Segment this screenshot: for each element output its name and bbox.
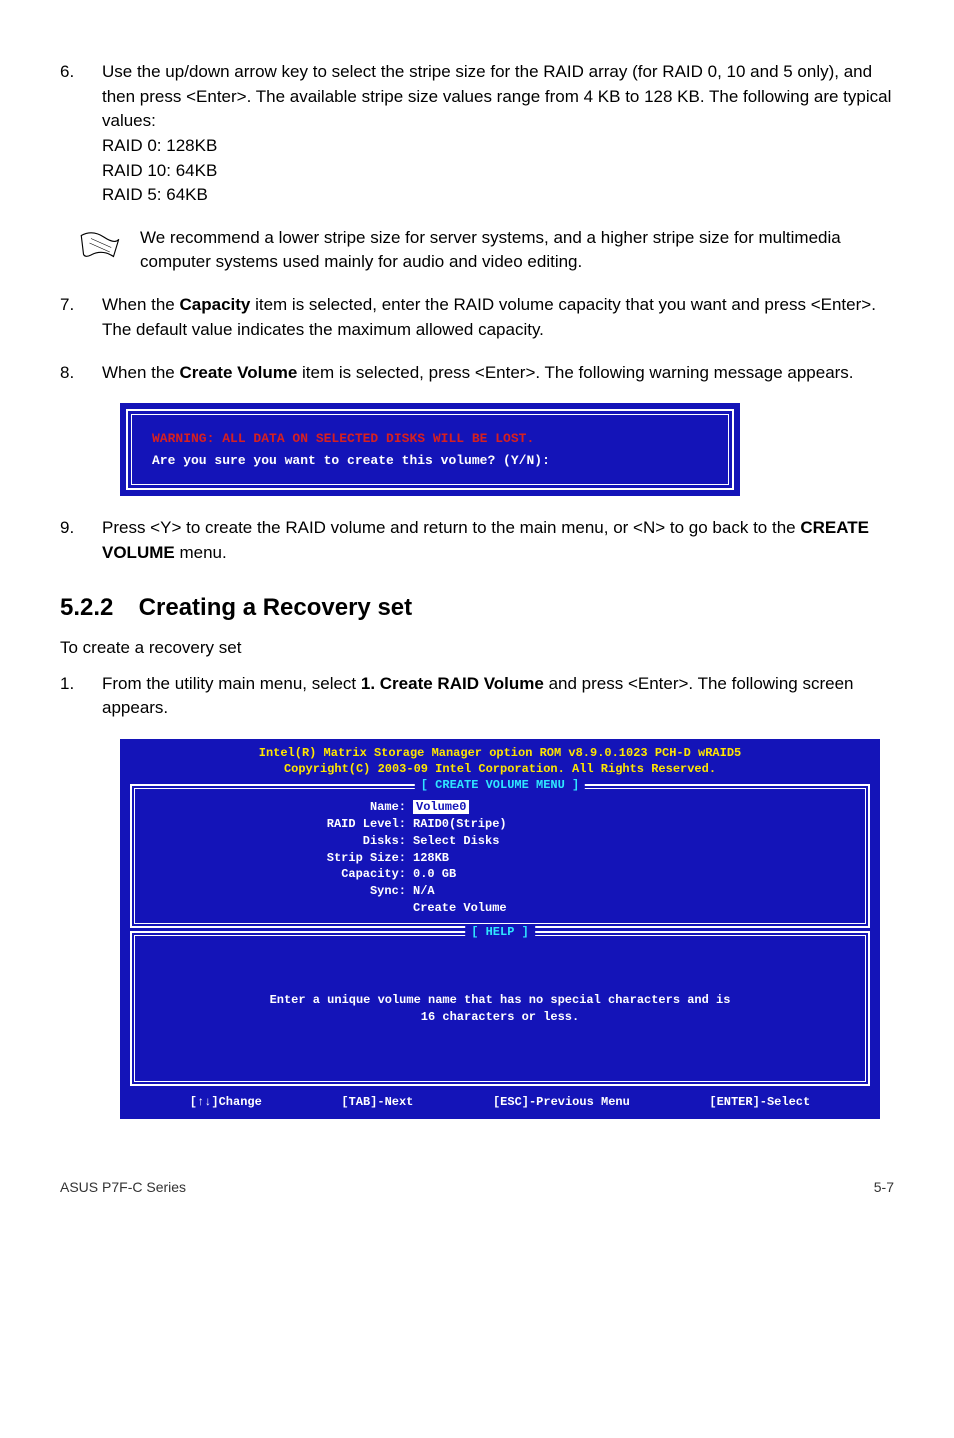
step-number: 8. (60, 361, 102, 386)
note-text: We recommend a lower stripe size for ser… (140, 226, 894, 274)
field-label: RAID Level: (153, 816, 413, 833)
field-value: 128KB (413, 850, 449, 867)
help-line: 16 characters or less. (163, 1009, 837, 1026)
step-1b: 1. From the utility main menu, select 1.… (60, 672, 894, 721)
step-7: 7. When the Capacity item is selected, e… (60, 293, 894, 342)
section-title: Creating a Recovery set (139, 594, 412, 621)
bios-header: Intel(R) Matrix Storage Manager option R… (120, 739, 880, 781)
step-body: Press <Y> to create the RAID volume and … (102, 516, 894, 565)
field-label: Disks: (153, 833, 413, 850)
step-body: When the Create Volume item is selected,… (102, 361, 894, 386)
step-number: 6. (60, 60, 102, 208)
step-8: 8. When the Create Volume item is select… (60, 361, 894, 386)
field-value: Select Disks (413, 833, 499, 850)
help-panel: [ HELP ] Enter a unique volume name that… (130, 931, 870, 1087)
page-footer: ASUS P7F-C Series 5-7 (60, 1179, 894, 1195)
field-value: 0.0 GB (413, 866, 456, 883)
step-body: When the Capacity item is selected, ente… (102, 293, 894, 342)
bios-screen: Intel(R) Matrix Storage Manager option R… (120, 739, 880, 1120)
field-value: RAID0(Stripe) (413, 816, 507, 833)
bios-footer: [↑↓]Change [TAB]-Next [ESC]-Previous Men… (120, 1089, 880, 1119)
warning-text-red: WARNING: ALL DATA ON SELECTED DISKS WILL… (152, 429, 708, 449)
step-number: 9. (60, 516, 102, 565)
step-number: 7. (60, 293, 102, 342)
footer-hint: [ESC]-Previous Menu (493, 1095, 630, 1109)
section-number: 5.2.2 (60, 594, 132, 622)
footer-left: ASUS P7F-C Series (60, 1179, 186, 1195)
step-number: 1. (60, 672, 102, 721)
step-line: RAID 5: 64KB (102, 185, 208, 204)
step-body: Use the up/down arrow key to select the … (102, 60, 894, 208)
warning-dialog: WARNING: ALL DATA ON SELECTED DISKS WILL… (120, 403, 740, 496)
field-value: Create Volume (413, 900, 507, 917)
bold-term: Create Volume (180, 363, 298, 382)
text: item is selected, press <Enter>. The fol… (297, 363, 853, 382)
field-label: Name: (153, 799, 413, 816)
text: Press <Y> to create the RAID volume and … (102, 518, 800, 537)
field-label: Strip Size: (153, 850, 413, 867)
step-text: Use the up/down arrow key to select the … (102, 62, 891, 130)
text: When the (102, 363, 180, 382)
bold-term: 1. Create RAID Volume (361, 674, 544, 693)
note-icon (60, 226, 140, 258)
field-label (153, 900, 413, 917)
warning-text-white: Are you sure you want to create this vol… (152, 453, 550, 468)
step-body: From the utility main menu, select 1. Cr… (102, 672, 894, 721)
create-volume-panel: [ CREATE VOLUME MENU ] Name:Volume0 RAID… (130, 784, 870, 928)
text: From the utility main menu, select (102, 674, 361, 693)
field-label: Sync: (153, 883, 413, 900)
footer-hint: [↑↓]Change (190, 1095, 262, 1109)
intro-text: To create a recovery set (60, 638, 894, 658)
step-line: RAID 0: 128KB (102, 136, 217, 155)
bold-term: Capacity (180, 295, 251, 314)
help-line: Enter a unique volume name that has no s… (163, 992, 837, 1009)
step-6: 6. Use the up/down arrow key to select t… (60, 60, 894, 208)
text: menu. (175, 543, 227, 562)
step-9: 9. Press <Y> to create the RAID volume a… (60, 516, 894, 565)
bios-header-line1: Intel(R) Matrix Storage Manager option R… (132, 745, 868, 761)
panel-title: [ HELP ] (465, 925, 535, 939)
footer-hint: [TAB]-Next (341, 1095, 413, 1109)
footer-right: 5-7 (874, 1179, 894, 1195)
step-line: RAID 10: 64KB (102, 161, 217, 180)
bios-header-line2: Copyright(C) 2003-09 Intel Corporation. … (132, 761, 868, 777)
note-block: We recommend a lower stripe size for ser… (60, 226, 894, 274)
field-value: N/A (413, 883, 435, 900)
text: When the (102, 295, 180, 314)
footer-hint: [ENTER]-Select (709, 1095, 810, 1109)
section-heading: 5.2.2 Creating a Recovery set (60, 594, 894, 622)
field-label: Capacity: (153, 866, 413, 883)
field-value-name: Volume0 (413, 800, 469, 814)
panel-title: [ CREATE VOLUME MENU ] (415, 778, 585, 792)
